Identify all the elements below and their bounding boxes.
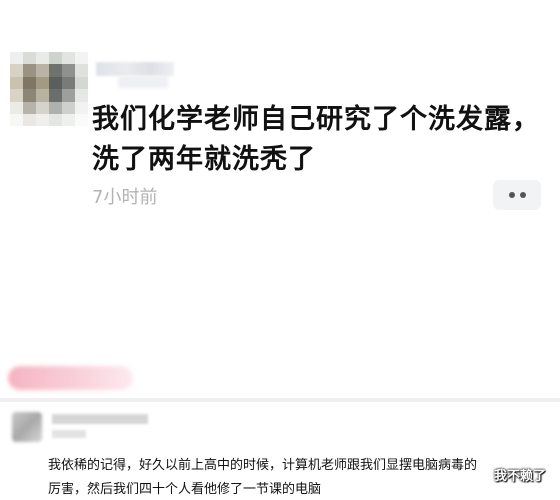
post-card: 我们化学老师自己研究了个洗发露， 洗了两年就洗秃了 7小时前: [0, 0, 560, 398]
more-options-button[interactable]: [493, 180, 541, 210]
comment-line: 我依稀的记得，好久以前上高中的时候，计算机老师跟我们显摆电脑病毒的: [48, 458, 478, 473]
avatar-mosaic: [10, 52, 88, 126]
avatar[interactable]: [10, 52, 88, 126]
post-body: 我们化学老师自己研究了个洗发露， 洗了两年就洗秃了: [92, 100, 552, 180]
user-subtitle-redacted: [118, 76, 168, 88]
post-line: 我们化学老师自己研究了个洗发露，: [92, 104, 540, 135]
more-dots-icon: [508, 192, 515, 198]
divider: [0, 398, 560, 402]
comment-meta-redacted: [52, 430, 86, 438]
username-redacted: [96, 62, 174, 76]
comment-avatar[interactable]: [12, 412, 42, 442]
comment-username-redacted: [52, 414, 148, 424]
watermark: 我不赖了: [493, 469, 546, 484]
post-line: 洗了两年就洗秃了: [92, 144, 316, 175]
comment-line: 厉害，然后我们四十个人看他修了一节课的电脑: [48, 482, 322, 497]
post-timestamp: 7小时前: [92, 187, 158, 208]
pink-tag-redacted[interactable]: [8, 366, 133, 390]
comment-body: 我依稀的记得，好久以前上高中的时候，计算机老师跟我们显摆电脑病毒的 厉害，然后我…: [48, 454, 556, 500]
more-dots-icon: [519, 192, 526, 198]
